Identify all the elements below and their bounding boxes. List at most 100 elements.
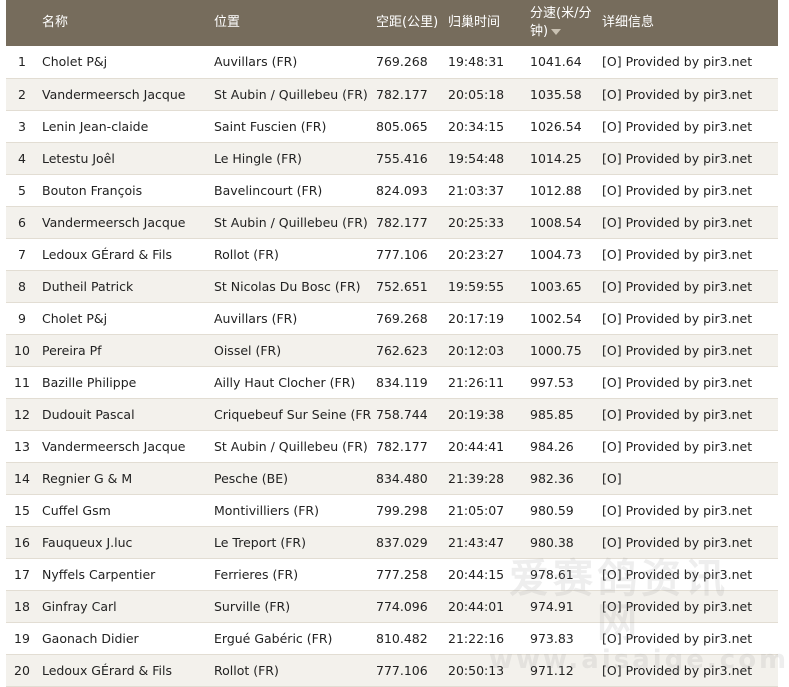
header-rank <box>6 0 38 46</box>
speed-cell: 982.36 <box>526 462 598 495</box>
header-speed[interactable]: 分速(米/分钟) <box>526 0 598 46</box>
fancier-name-cell: Letestu Joêl <box>38 142 210 175</box>
location-cell: Bavelincourt (FR) <box>210 174 372 207</box>
fancier-name-cell: Cuffel Gsm <box>38 494 210 527</box>
location-cell: Ferrieres (FR) <box>210 558 372 591</box>
speed-cell: 1008.54 <box>526 206 598 239</box>
arrival-time-cell: 20:23:27 <box>444 238 526 271</box>
table-row: 2 Vandermeersch Jacque St Aubin / Quillebe… <box>6 78 778 111</box>
fancier-name-cell: Cholet P&j <box>38 302 210 335</box>
rank-cell: 13 <box>6 430 38 463</box>
race-results-table: 名称 位置 空距(公里) 归巢时间 分速(米/分钟) 详细信息 1 Cholet … <box>6 0 778 687</box>
sort-down-arrow-icon[interactable] <box>551 28 562 35</box>
table-row: 20 Ledoux GÉrard & Fils Rollot (FR) 777.106… <box>6 654 778 687</box>
fancier-name-cell: Regnier G & M <box>38 462 210 495</box>
speed-cell: 971.12 <box>526 654 598 687</box>
distance-cell: 810.482 <box>372 622 444 655</box>
details-cell: [O] Provided by pir3.net <box>598 78 778 111</box>
fancier-name-cell: Vandermeersch Jacque <box>38 430 210 463</box>
details-cell: [O] Provided by pir3.net <box>598 142 778 175</box>
distance-cell: 834.119 <box>372 366 444 399</box>
header-arrival-time[interactable]: 归巢时间 <box>444 0 526 46</box>
arrival-time-cell: 21:22:16 <box>444 622 526 655</box>
location-cell: Rollot (FR) <box>210 238 372 271</box>
distance-cell: 762.623 <box>372 334 444 367</box>
details-cell: [O] Provided by pir3.net <box>598 526 778 559</box>
rank-cell: 9 <box>6 302 38 335</box>
fancier-name-cell: Bouton François <box>38 174 210 207</box>
details-cell: [O] Provided by pir3.net <box>598 622 778 655</box>
header-location[interactable]: 位置 <box>210 0 372 46</box>
fancier-name-cell: Bazille Philippe <box>38 366 210 399</box>
table-row: 1 Cholet P&j Auvillars (FR) 769.268 19:48:31… <box>6 46 778 79</box>
header-distance[interactable]: 空距(公里) <box>372 0 444 46</box>
results-page: 名称 位置 空距(公里) 归巢时间 分速(米/分钟) 详细信息 1 Cholet … <box>0 0 789 687</box>
location-cell: Le Treport (FR) <box>210 526 372 559</box>
distance-cell: 782.177 <box>372 78 444 111</box>
location-cell: Auvillars (FR) <box>210 46 372 79</box>
arrival-time-cell: 20:05:18 <box>444 78 526 111</box>
speed-cell: 1026.54 <box>526 110 598 143</box>
details-cell: [O] Provided by pir3.net <box>598 238 778 271</box>
speed-cell: 1041.64 <box>526 46 598 79</box>
distance-cell: 799.298 <box>372 494 444 527</box>
table-row: 12 Dudouit Pascal Criquebeuf Sur Seine (FR… <box>6 398 778 431</box>
details-cell: [O] Provided by pir3.net <box>598 334 778 367</box>
details-cell: [O] Provided by pir3.net <box>598 494 778 527</box>
rank-cell: 15 <box>6 494 38 527</box>
table-row: 7 Ledoux GÉrard & Fils Rollot (FR) 777.106 2… <box>6 238 778 271</box>
location-cell: Le Hingle (FR) <box>210 142 372 175</box>
rank-cell: 5 <box>6 174 38 207</box>
distance-cell: 805.065 <box>372 110 444 143</box>
distance-cell: 824.093 <box>372 174 444 207</box>
speed-cell: 1002.54 <box>526 302 598 335</box>
location-cell: Surville (FR) <box>210 590 372 623</box>
arrival-time-cell: 20:44:01 <box>444 590 526 623</box>
details-cell: [O] <box>598 462 778 495</box>
rank-cell: 8 <box>6 270 38 303</box>
speed-cell: 974.91 <box>526 590 598 623</box>
location-cell: St Aubin / Quillebeu (FR) <box>210 206 372 239</box>
table-row: 17 Nyffels Carpentier Ferrieres (FR) 777.25… <box>6 558 778 591</box>
arrival-time-cell: 21:26:11 <box>444 366 526 399</box>
details-cell: [O] Provided by pir3.net <box>598 590 778 623</box>
distance-cell: 834.480 <box>372 462 444 495</box>
table-row: 11 Bazille Philippe Ailly Haut Clocher (FR… <box>6 366 778 399</box>
distance-cell: 777.106 <box>372 238 444 271</box>
location-cell: St Nicolas Du Bosc (FR) <box>210 270 372 303</box>
arrival-time-cell: 21:39:28 <box>444 462 526 495</box>
details-cell: [O] Provided by pir3.net <box>598 206 778 239</box>
fancier-name-cell: Pereira Pf <box>38 334 210 367</box>
rank-cell: 17 <box>6 558 38 591</box>
table-body: 1 Cholet P&j Auvillars (FR) 769.268 19:48:31… <box>6 46 778 687</box>
location-cell: Rollot (FR) <box>210 654 372 687</box>
arrival-time-cell: 21:05:07 <box>444 494 526 527</box>
fancier-name-cell: Vandermeersch Jacque <box>38 206 210 239</box>
rank-cell: 18 <box>6 590 38 623</box>
details-cell: [O] Provided by pir3.net <box>598 174 778 207</box>
location-cell: Pesche (BE) <box>210 462 372 495</box>
arrival-time-cell: 20:50:13 <box>444 654 526 687</box>
distance-cell: 777.258 <box>372 558 444 591</box>
rank-cell: 11 <box>6 366 38 399</box>
arrival-time-cell: 19:54:48 <box>444 142 526 175</box>
speed-cell: 1014.25 <box>526 142 598 175</box>
fancier-name-cell: Dudouit Pascal <box>38 398 210 431</box>
rank-cell: 14 <box>6 462 38 495</box>
table-row: 13 Vandermeersch Jacque St Aubin / Quilleb… <box>6 430 778 463</box>
speed-cell: 978.61 <box>526 558 598 591</box>
distance-cell: 774.096 <box>372 590 444 623</box>
arrival-time-cell: 20:34:15 <box>444 110 526 143</box>
arrival-time-cell: 20:25:33 <box>444 206 526 239</box>
distance-cell: 777.106 <box>372 654 444 687</box>
location-cell: Oissel (FR) <box>210 334 372 367</box>
table-row: 18 Ginfray Carl Surville (FR) 774.096 20:44:… <box>6 590 778 623</box>
rank-cell: 12 <box>6 398 38 431</box>
fancier-name-cell: Fauqueux J.luc <box>38 526 210 559</box>
speed-cell: 984.26 <box>526 430 598 463</box>
header-details[interactable]: 详细信息 <box>598 0 778 46</box>
speed-cell: 980.38 <box>526 526 598 559</box>
rank-cell: 6 <box>6 206 38 239</box>
table-header: 名称 位置 空距(公里) 归巢时间 分速(米/分钟) 详细信息 <box>6 0 778 46</box>
header-name[interactable]: 名称 <box>38 0 210 46</box>
